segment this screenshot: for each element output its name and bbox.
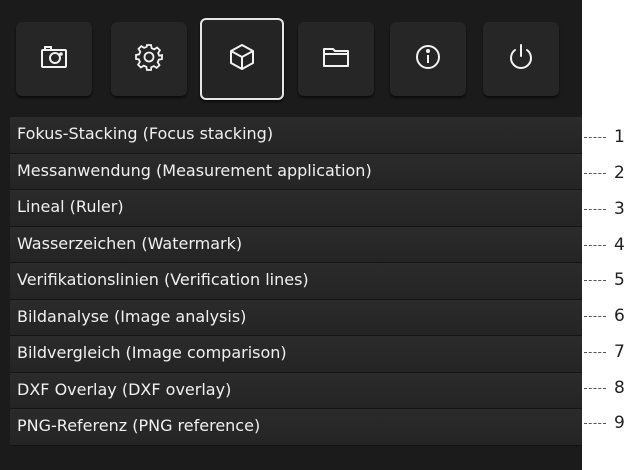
callout-number: 2 [614,163,625,183]
camera-button[interactable] [16,22,92,96]
callout-1: 1 [582,127,628,147]
menu-item-label: Lineal (Ruler) [17,197,124,216]
power-button[interactable] [483,22,559,96]
info-icon [413,42,443,76]
callout-4: 4 [582,235,628,255]
menu-item-label: Bildanalyse (Image analysis) [17,306,247,326]
menu-item-label: Bildvergleich (Image comparison) [17,343,287,362]
callout-number: 1 [614,127,625,147]
callout-leader [584,387,606,389]
menu-item-dxf-overlay[interactable]: DXF Overlay (DXF overlay) [10,372,582,409]
callout-leader [584,279,606,281]
callout-9: 9 [582,413,628,433]
menu-item-image-analysis[interactable]: Bildanalyse (Image analysis) [10,299,582,336]
menu-item-measurement[interactable]: Messanwendung (Measurement application) [10,153,582,190]
callout-leader [584,172,606,174]
callout-leader [584,315,606,317]
callout-leader [584,244,606,246]
callout-number: 5 [614,270,625,290]
menu-item-image-comparison[interactable]: Bildvergleich (Image comparison) [10,336,582,373]
callout-number: 7 [614,342,625,362]
callout-8: 8 [582,378,628,398]
menu-item-watermark[interactable]: Wasserzeichen (Watermark) [10,226,582,263]
tools-panel: Fokus-Stacking (Focus stacking) Messanwe… [0,0,582,470]
menu-item-png-reference[interactable]: PNG-Referenz (PNG reference) [10,409,582,446]
callout-leader [584,351,606,353]
tools-menu: Fokus-Stacking (Focus stacking) Messanwe… [0,117,582,446]
callout-5: 5 [582,270,628,290]
callout-leader [584,208,606,210]
settings-button[interactable] [111,22,187,96]
menu-item-label: PNG-Referenz (PNG reference) [17,416,261,435]
callout-7: 7 [582,342,628,362]
camera-icon [39,42,69,76]
menu-item-label: Wasserzeichen (Watermark) [17,233,243,253]
folder-button[interactable] [298,22,374,96]
callout-6: 6 [582,306,628,326]
folder-icon [321,42,351,76]
callout-leader [584,422,606,424]
tools-button[interactable] [200,18,284,100]
menu-item-label: Verifikationslinien (Verification lines) [17,270,309,289]
callout-2: 2 [582,163,628,183]
callout-3: 3 [582,199,628,219]
menu-item-verification-lines[interactable]: Verifikationslinien (Verification lines) [10,263,582,300]
callout-number: 3 [614,199,625,219]
power-icon [506,42,536,76]
menu-item-label: DXF Overlay (DXF overlay) [17,379,232,399]
callout-number: 9 [614,413,625,433]
info-button[interactable] [390,22,466,96]
callout-leader [584,136,606,138]
gear-icon [134,42,164,76]
callout-number: 4 [614,235,625,255]
menu-item-ruler[interactable]: Lineal (Ruler) [10,190,582,227]
callout-number: 8 [614,378,625,398]
callout-number: 6 [614,306,625,326]
cube-icon [227,42,257,76]
toolbar [16,18,566,100]
menu-item-label: Fokus-Stacking (Focus stacking) [17,124,274,143]
menu-item-label: Messanwendung (Measurement application) [17,160,372,180]
menu-item-focus-stacking[interactable]: Fokus-Stacking (Focus stacking) [10,117,582,154]
